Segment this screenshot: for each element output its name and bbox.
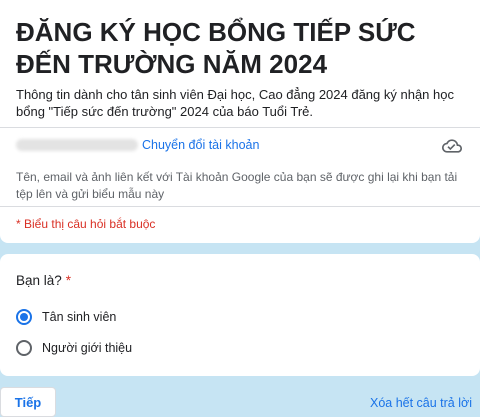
next-button[interactable]: Tiếp bbox=[0, 387, 56, 417]
divider bbox=[0, 127, 480, 128]
question-label: Bạn là? * bbox=[16, 273, 71, 288]
required-asterisk: * bbox=[65, 273, 72, 288]
divider bbox=[0, 206, 480, 207]
radio-button[interactable] bbox=[16, 340, 32, 356]
option-label: Người giới thiệu bbox=[42, 341, 133, 355]
radio-button-checked[interactable] bbox=[16, 309, 32, 325]
question-text: Bạn là? bbox=[16, 273, 62, 288]
required-note: * Biểu thị câu hỏi bắt buộc bbox=[16, 217, 156, 231]
account-note: Tên, email và ảnh liên kết với Tài khoản… bbox=[16, 170, 458, 201]
cloud-icon[interactable] bbox=[442, 136, 462, 156]
form-header-card: ĐĂNG KÝ HỌC BỔNG TIẾP SỨC ĐẾN TRƯỜNG NĂM… bbox=[0, 0, 480, 243]
account-row: Chuyển đổi tài khoản bbox=[16, 138, 466, 154]
switch-account-link[interactable]: Chuyển đổi tài khoản bbox=[142, 138, 259, 152]
account-email-redacted bbox=[16, 139, 138, 151]
clear-form-link[interactable]: Xóa hết câu trả lời bbox=[370, 396, 472, 410]
question-card: Bạn là? * Tân sinh viên Người giới thiệu bbox=[0, 254, 480, 376]
option-label: Tân sinh viên bbox=[42, 310, 117, 324]
form-description: Thông tin dành cho tân sinh viên Đại học… bbox=[16, 87, 454, 119]
form-title: ĐĂNG KÝ HỌC BỔNG TIẾP SỨC ĐẾN TRƯỜNG NĂM… bbox=[16, 17, 416, 79]
